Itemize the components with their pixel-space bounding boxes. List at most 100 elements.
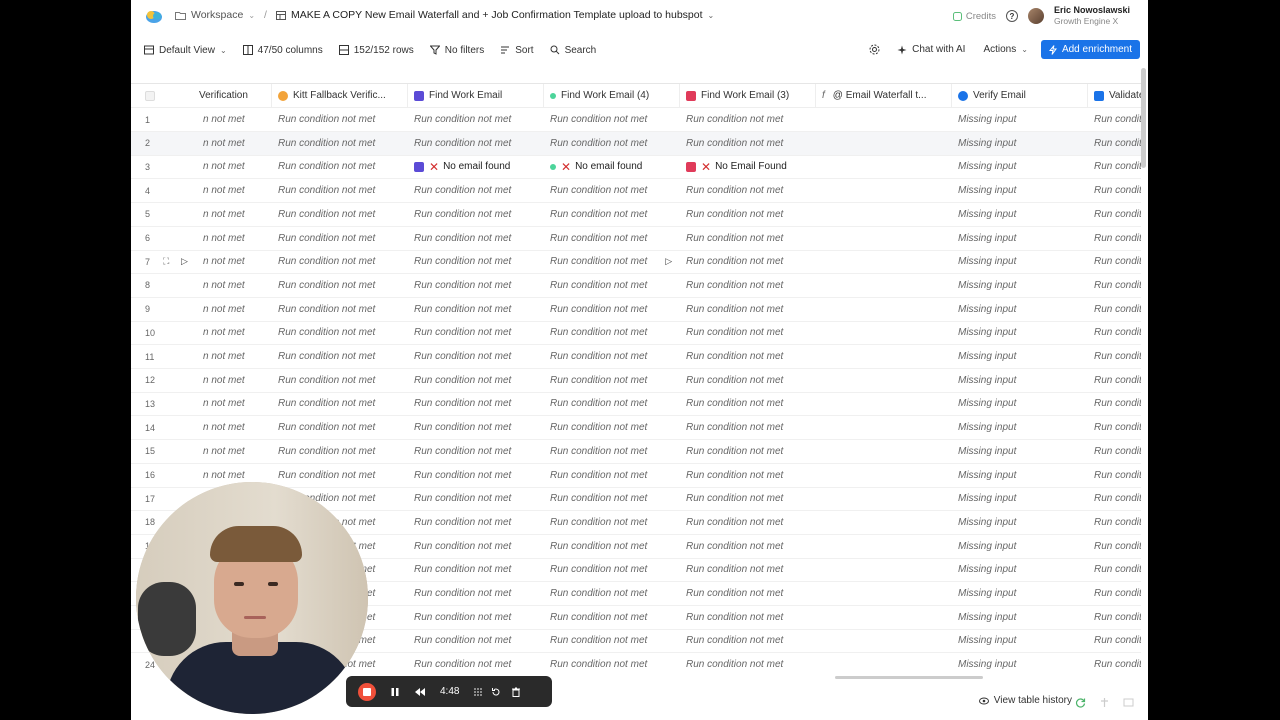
select-all-checkbox-cell[interactable] — [131, 84, 197, 107]
select-all-checkbox[interactable] — [145, 90, 155, 101]
table-cell[interactable]: n not met — [197, 416, 272, 439]
table-cell[interactable]: Run condition not met — [544, 511, 680, 534]
table-row[interactable]: 11 n not met Run condition not met Run cond… — [131, 345, 1141, 369]
table-cell[interactable]: Run condition not met — [272, 345, 408, 368]
table-cell[interactable]: Run conditi — [1088, 582, 1141, 605]
table-cell[interactable]: Missing input — [952, 250, 1088, 273]
table-cell[interactable]: Run condition not met — [680, 203, 816, 226]
table-cell[interactable]: Run condition not met — [408, 440, 544, 463]
column-header-find-work-email-4[interactable]: Find Work Email (4) — [544, 84, 680, 107]
vertical-scrollbar[interactable] — [1141, 68, 1146, 168]
table-cell[interactable]: Missing input — [952, 321, 1088, 344]
row-number-cell[interactable]: 14 — [131, 416, 197, 439]
table-row[interactable]: 4 n not met Run condition not met Run condi… — [131, 179, 1141, 204]
table-cell[interactable]: n not met — [197, 321, 272, 344]
row-number-cell[interactable]: 4 — [131, 179, 197, 202]
table-cell[interactable]: Run condition not met — [680, 321, 816, 344]
table-cell[interactable]: Run condition not met — [680, 535, 816, 558]
table-cell[interactable]: n not met — [197, 392, 272, 415]
table-cell[interactable]: Run conditi — [1088, 227, 1141, 250]
table-row[interactable]: 14 n not met Run condition not met Run cond… — [131, 416, 1141, 441]
table-row[interactable]: 15 n not met Run condition not met Run cond… — [131, 440, 1141, 464]
settings-icon[interactable] — [869, 44, 880, 55]
table-cell[interactable]: n not met — [197, 132, 272, 155]
email-waterfall-cell[interactable] — [816, 440, 952, 463]
table-cell[interactable]: Run condition not met — [272, 440, 408, 463]
table-cell[interactable]: Run condition not met — [408, 558, 544, 581]
table-cell[interactable]: Run condition not met — [408, 132, 544, 155]
table-cell[interactable]: Run condition not met — [408, 416, 544, 439]
table-cell[interactable]: Run conditi — [1088, 179, 1141, 202]
table-row[interactable]: 13 n not met Run condition not met Run cond… — [131, 392, 1141, 417]
table-cell[interactable]: Run conditi — [1088, 392, 1141, 415]
column-header-verify-email[interactable]: Verify Email — [952, 84, 1088, 107]
email-waterfall-cell[interactable] — [816, 369, 952, 392]
row-number-cell[interactable]: 7 ⛶ ▷ — [131, 250, 197, 273]
email-waterfall-cell[interactable] — [816, 298, 952, 321]
table-cell[interactable]: Missing input — [952, 582, 1088, 605]
table-cell[interactable]: n not met — [197, 369, 272, 392]
table-cell[interactable]: Run condition not met — [680, 606, 816, 629]
table-row[interactable]: 10 n not met Run condition not met Run cond… — [131, 321, 1141, 346]
table-cell[interactable]: Run condition not met — [544, 108, 680, 131]
table-cell[interactable]: Run conditi — [1088, 487, 1141, 510]
table-cell[interactable]: Run conditi — [1088, 132, 1141, 155]
column-header-validate[interactable]: Validate — [1088, 84, 1141, 107]
table-cell[interactable]: Run conditi — [1088, 606, 1141, 629]
table-cell[interactable]: Run conditi — [1088, 345, 1141, 368]
table-cell[interactable]: Run condition not met — [544, 227, 680, 250]
table-cell[interactable]: Run conditi — [1088, 155, 1141, 178]
table-cell[interactable]: n not met — [197, 203, 272, 226]
table-cell[interactable]: Missing input — [952, 606, 1088, 629]
table-cell[interactable]: Run condition not met — [680, 440, 816, 463]
table-cell[interactable]: Run condition not met — [544, 653, 680, 673]
stop-recording-button[interactable] — [358, 682, 376, 701]
table-cell[interactable]: Missing input — [952, 203, 1088, 226]
table-cell[interactable]: Missing input — [952, 487, 1088, 510]
filters-button[interactable]: No filters — [427, 45, 487, 56]
table-cell[interactable]: Run condition not met — [272, 321, 408, 344]
run-cell-icon[interactable]: ▷ — [665, 256, 672, 267]
table-cell[interactable]: Run condition not met — [544, 345, 680, 368]
table-cell[interactable]: Run conditi — [1088, 629, 1141, 652]
row-number-cell[interactable]: 13 — [131, 392, 197, 415]
table-cell[interactable]: Run condition not met — [272, 227, 408, 250]
table-cell[interactable]: Run condition not met — [408, 179, 544, 202]
table-cell[interactable]: Run condition not met — [544, 440, 680, 463]
email-waterfall-cell[interactable] — [816, 250, 952, 273]
table-cell[interactable]: Run condition not met — [544, 369, 680, 392]
table-cell[interactable]: Run condition not met — [408, 535, 544, 558]
table-cell[interactable]: Run conditi — [1088, 416, 1141, 439]
table-cell[interactable]: Missing input — [952, 511, 1088, 534]
email-waterfall-cell[interactable] — [816, 321, 952, 344]
table-cell[interactable]: Run condition not met — [544, 179, 680, 202]
row-number-cell[interactable]: 8 — [131, 274, 197, 297]
table-cell[interactable]: Run condition not met — [680, 464, 816, 487]
chat-with-ai-button[interactable]: Chat with AI — [894, 44, 968, 55]
table-cell[interactable]: Run condition not met — [408, 321, 544, 344]
table-row[interactable]: 9 n not met Run condition not met Run condi… — [131, 298, 1141, 322]
table-cell[interactable]: n not met — [197, 345, 272, 368]
table-cell[interactable]: Run condition not met — [544, 487, 680, 510]
horizontal-scrollbar[interactable] — [835, 676, 983, 679]
row-number-cell[interactable]: 9 — [131, 298, 197, 321]
table-cell[interactable]: Run condition not met — [680, 298, 816, 321]
table-cell[interactable]: Run condition not met — [408, 511, 544, 534]
email-waterfall-cell[interactable] — [816, 179, 952, 202]
table-cell[interactable]: Run condition not met — [272, 250, 408, 273]
table-cell[interactable]: Run condition not met — [680, 274, 816, 297]
clay-logo-icon[interactable] — [145, 8, 163, 24]
table-cell[interactable]: Run conditi — [1088, 440, 1141, 463]
email-waterfall-cell[interactable] — [816, 464, 952, 487]
table-row[interactable]: 5 n not met Run condition not met Run condi… — [131, 203, 1141, 227]
table-cell[interactable]: Run condition not met — [544, 606, 680, 629]
table-cell[interactable]: Missing input — [952, 369, 1088, 392]
table-cell[interactable]: n not met — [197, 298, 272, 321]
table-cell[interactable]: Run condition not met — [408, 653, 544, 673]
table-row[interactable]: 3n not met Run condition not met ✕ No email… — [131, 155, 1141, 180]
column-header-email-waterfall[interactable]: f @ Email Waterfall t... — [816, 84, 952, 107]
table-cell[interactable]: Run condition not met — [680, 487, 816, 510]
table-cell[interactable]: Run condition not met — [680, 511, 816, 534]
table-row[interactable]: 6 n not met Run condition not met Run condi… — [131, 227, 1141, 251]
table-cell[interactable]: Run conditi — [1088, 298, 1141, 321]
